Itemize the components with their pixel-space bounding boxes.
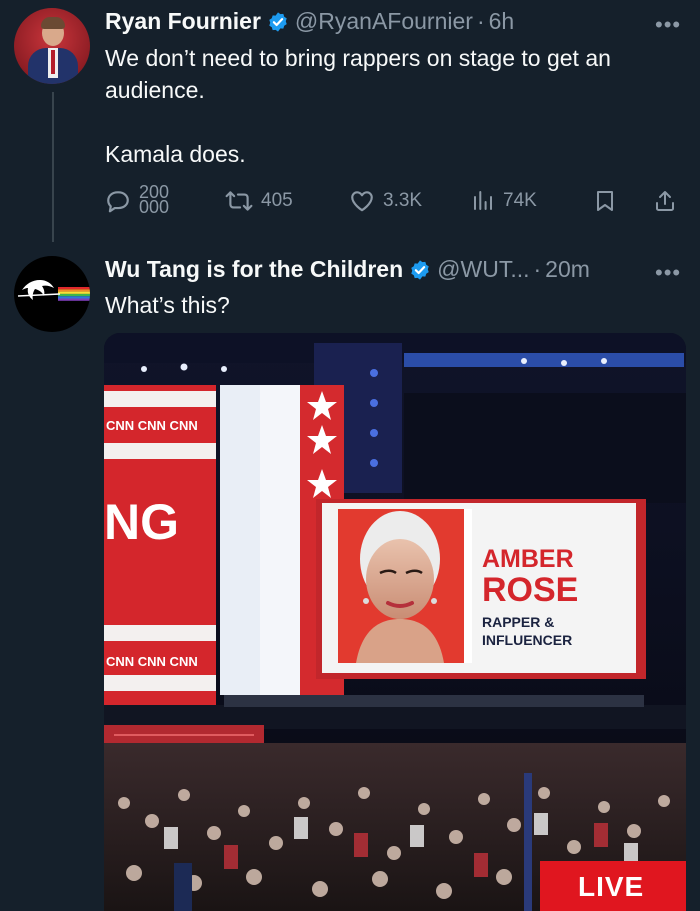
handle[interactable]: @WUT... [437,256,529,283]
separator-dot: · [476,8,485,34]
handle[interactable]: @RyanAFournier [295,8,473,35]
more-options-icon[interactable]: ••• [655,260,681,286]
repost-count: 405 [261,190,293,211]
tweet-text-line: Kamala does. [105,141,246,167]
lower-third-title-line2: INFLUENCER [482,632,572,648]
more-options-icon[interactable]: ••• [655,12,681,38]
tweet-text: What’s this? [105,292,230,318]
tweet-actions-bar: 200 000 405 3.3K 74K [105,184,685,218]
views-icon [474,191,492,210]
share-icon [656,191,674,211]
like-button[interactable]: 3.3K [349,184,422,218]
heart-icon [351,191,373,212]
ticker-text: CNN CNN CNN [106,418,198,433]
tweet-header: Wu Tang is for the Children @WUT... · 20… [105,256,590,283]
convention-stage-photo: CNN CNN CNN CNN CNN CNN NG AMBER ROSE RA… [104,333,686,911]
tweet-text-line: We don’t need to bring rappers on stage … [105,45,611,71]
tweet-text-line: audience. [105,77,205,103]
verified-badge-icon [269,11,287,32]
tweet-text: We don’t need to bring rappers on stage … [105,42,611,170]
repost-button[interactable]: 405 [225,184,293,218]
repost-icon [225,191,253,211]
lower-third-title-line1: RAPPER & [482,614,554,630]
lower-third-name-line2: ROSE [482,571,578,609]
lower-third-name-line1: AMBER [482,545,574,573]
display-name[interactable]: Ryan Fournier [105,8,261,35]
avatar[interactable] [14,256,90,332]
timestamp[interactable]: 6h [489,8,515,35]
views-count: 74K [503,190,537,211]
verified-badge-icon [411,259,429,280]
share-button[interactable] [653,184,677,218]
partial-screen-text: NG [104,494,179,550]
separator-dot: · [533,256,542,282]
ticker-text-bottom: CNN CNN CNN [106,654,198,669]
views-button[interactable]: 74K [471,184,537,218]
thread-connector-line [52,92,54,242]
tweet-header: Ryan Fournier @RyanAFournier · 6h [105,8,514,35]
timestamp[interactable]: 20m [545,256,590,283]
avatar[interactable] [14,8,90,84]
bookmark-button[interactable] [593,184,617,218]
reply-icon [107,191,129,213]
live-badge-text: LIVE [578,871,644,902]
wu-tang-logo-icon [17,280,90,301]
bookmark-icon [597,191,613,211]
tweet-media-image[interactable]: CNN CNN CNN CNN CNN CNN NG AMBER ROSE RA… [104,333,686,911]
reply-button[interactable]: 200 000 [105,184,169,218]
display-name[interactable]: Wu Tang is for the Children [105,256,403,283]
like-count: 3.3K [383,190,423,211]
reply-count: 200 000 [139,184,170,217]
